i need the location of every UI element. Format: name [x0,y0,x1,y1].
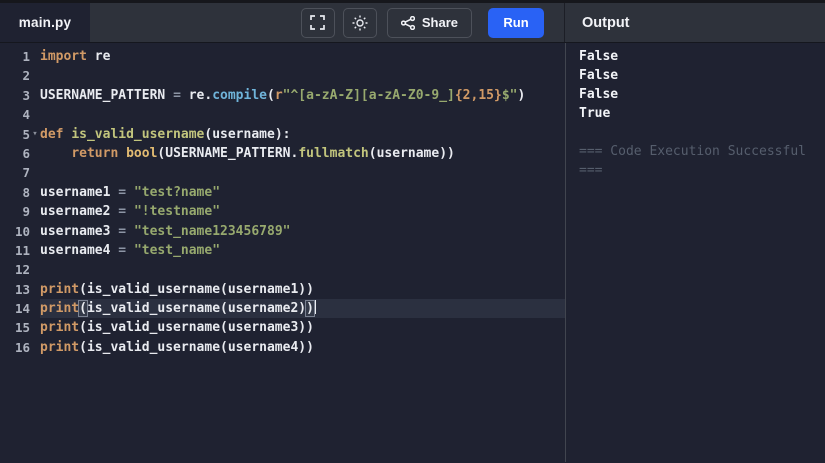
line-number: 11 [0,241,40,260]
theme-toggle-button[interactable] [343,8,377,38]
line-number: 8 [0,183,40,202]
output-line: False [579,47,825,66]
line-number: 16 [0,338,40,357]
output-lines: FalseFalseFalseTrue [579,47,825,123]
output-console: FalseFalseFalseTrue === Code Execution S… [566,43,825,462]
code-line[interactable]: 15print(is_valid_username(username3)) [0,318,565,337]
line-number: 15 [0,318,40,337]
code-line[interactable]: 9username2 = "!testname" [0,202,565,221]
line-number: 13 [0,280,40,299]
line-number: 9 [0,202,40,221]
output-panel-title: Output [582,15,630,31]
line-number: 4 [0,105,40,124]
fullscreen-icon [310,15,325,30]
code-line[interactable]: 1import re [0,47,565,66]
output-line: False [579,66,825,85]
code-line[interactable]: 11username4 = "test_name" [0,241,565,260]
code-line[interactable]: 8username1 = "test?name" [0,183,565,202]
code-line[interactable]: 10username3 = "test_name123456789" [0,222,565,241]
code-line[interactable]: 16print(is_valid_username(username4)) [0,338,565,357]
code-line[interactable]: 6 return bool(USERNAME_PATTERN.fullmatch… [0,144,565,163]
share-button[interactable]: Share [387,8,472,38]
code-line[interactable]: 13print(is_valid_username(username1)) [0,280,565,299]
tab-main-py[interactable]: main.py [0,3,90,42]
text-cursor [315,300,317,314]
code-editor[interactable]: 1import re23USERNAME_PATTERN = re.compil… [0,43,565,462]
line-number: 3 [0,86,40,105]
code-line[interactable]: 2 [0,66,565,85]
line-number: 1 [0,47,40,66]
output-line: True [579,104,825,123]
code-line[interactable]: 7 [0,163,565,182]
output-header: Output [565,3,825,42]
code-line[interactable]: 4 [0,105,565,124]
line-number: 14 [0,299,40,318]
line-number: 5▾ [0,125,40,144]
tab-label: main.py [19,15,71,30]
code-line[interactable]: 5▾def is_valid_username(username): [0,125,565,144]
main-area: 1import re23USERNAME_PATTERN = re.compil… [0,43,825,462]
share-nodes-icon [401,16,415,30]
line-number: 2 [0,66,40,85]
execution-status: === Code Execution Successful === [579,142,825,161]
line-number: 12 [0,260,40,279]
line-number: 7 [0,163,40,182]
editor-toolbar: main.py [0,3,565,42]
fold-arrow-icon[interactable]: ▾ [30,125,40,144]
code-line[interactable]: 14print(is_valid_username(username2)) [0,299,565,318]
code-lines: 1import re23USERNAME_PATTERN = re.compil… [0,47,565,357]
code-line[interactable]: 12 [0,260,565,279]
fullscreen-button[interactable] [301,8,335,38]
line-number: 10 [0,222,40,241]
run-button[interactable]: Run [488,8,544,38]
code-line[interactable]: 3USERNAME_PATTERN = re.compile(r"^[a-zA-… [0,86,565,105]
topbar: main.py [0,0,825,43]
share-label: Share [422,15,458,30]
brightness-icon [352,15,368,31]
line-number: 6 [0,144,40,163]
output-line: False [579,85,825,104]
